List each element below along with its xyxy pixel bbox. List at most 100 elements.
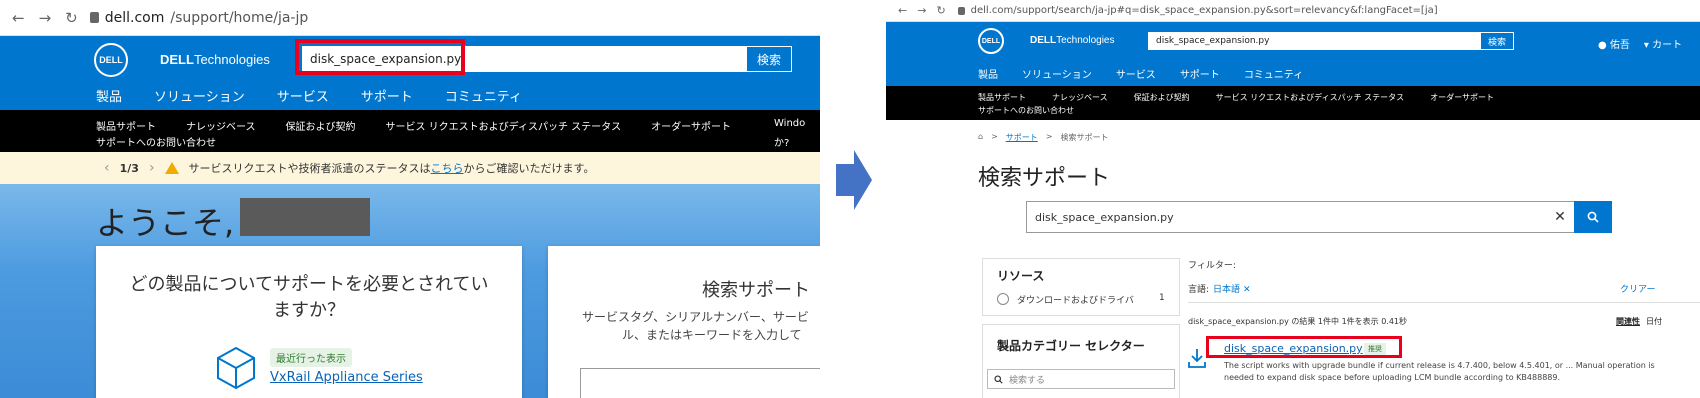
search-icon[interactable] <box>1574 201 1612 233</box>
lang-filter-chip[interactable]: 日本語 ✕ <box>1213 282 1250 295</box>
address-bar[interactable]: dell.com/support/search/ja-jp#q=disk_spa… <box>957 2 1690 20</box>
header-account: ● 佑吾 ▾ カート <box>1598 36 1682 51</box>
subnav-contact[interactable]: サポートへのお問い合わせ <box>96 134 216 149</box>
url-host: dell.com <box>104 9 165 26</box>
dell-technologies-brand: DELLTechnologies <box>1030 35 1115 46</box>
main-nav: 製品 ソリューション サービス サポート コミュニティ <box>96 86 522 105</box>
clear-filters-link[interactable]: クリアー <box>1620 282 1655 295</box>
prev-icon[interactable]: ‹ <box>104 160 110 176</box>
subnav-warranty[interactable]: 保証および契約 <box>1134 92 1190 103</box>
dell-logo[interactable]: DELL <box>978 28 1004 54</box>
nav-solutions[interactable]: ソリューション <box>154 86 245 105</box>
forward-icon[interactable]: → <box>39 9 52 27</box>
resources-title: リソース <box>997 269 1045 283</box>
lock-icon <box>89 12 99 23</box>
recent-product-link[interactable]: VxRail Appliance Series <box>270 370 423 385</box>
notice-banner: ‹ 1/3 › サービスリクエストや技術者派遣のステータスはこちらからご確認いた… <box>0 152 820 184</box>
dell-technologies-brand: DELLTechnologies <box>160 52 270 67</box>
forward-icon[interactable]: → <box>917 4 926 17</box>
transition-arrow-icon <box>836 150 872 210</box>
divider <box>1188 302 1700 303</box>
breadcrumb-support[interactable]: サポート <box>1006 132 1038 143</box>
nav-community[interactable]: コミュニティ <box>1244 66 1303 81</box>
search-card-desc: サービスタグ、シリアルナンバー、サービ ル、またはキーワードを入力して <box>582 310 809 342</box>
sort-options: 関連性 日付 <box>1616 316 1662 327</box>
breadcrumb-current: 検索サポート <box>1060 133 1109 142</box>
notice-pager: 1/3 <box>119 161 139 175</box>
dell-logo[interactable]: DELL <box>94 43 128 77</box>
search-input[interactable]: disk_space_expansion.py <box>1148 36 1480 46</box>
search-card-input[interactable] <box>580 368 820 398</box>
resource-count: 1 <box>1159 293 1165 303</box>
nav-support[interactable]: サポート <box>1180 66 1220 81</box>
cube-icon <box>217 346 255 390</box>
recent-badge: 最近行った表示 <box>270 348 352 367</box>
resource-radio[interactable] <box>997 293 1009 305</box>
resources-facet: リソース ダウンロードおよびドライバ 1 <box>982 258 1180 316</box>
cart-link[interactable]: ▾ カート <box>1644 36 1682 51</box>
nav-solutions[interactable]: ソリューション <box>1022 66 1092 81</box>
remove-filter-icon[interactable]: ✕ <box>1243 285 1251 295</box>
next-icon[interactable]: › <box>149 160 155 176</box>
subnav-order-support[interactable]: オーダーサポート <box>1430 92 1494 103</box>
welcome-heading: ようこそ, <box>96 204 235 242</box>
category-search[interactable]: 検索する <box>987 369 1175 389</box>
left-screenshot: ← → ↻ dell.com/support/home/ja-jp DELL D… <box>0 0 820 398</box>
search-button[interactable]: 検索 <box>746 46 792 72</box>
highlight-box <box>295 39 465 75</box>
reload-icon[interactable]: ↻ <box>65 9 78 27</box>
nav-products[interactable]: 製品 <box>96 86 122 105</box>
dell-header: DELL DELLTechnologies disk_space_expansi… <box>0 36 820 110</box>
search-icon <box>994 374 1003 384</box>
browser-toolbar: ← → ↻ dell.com/support/search/ja-jp#q=di… <box>886 0 1700 22</box>
highlight-box <box>1206 336 1402 358</box>
sort-date[interactable]: 日付 <box>1646 316 1662 327</box>
support-subnav: 製品サポート ナレッジベース 保証および契約 サービス リクエストおよびディスパ… <box>886 86 1700 120</box>
windows-promo[interactable]: Windo <box>774 118 805 129</box>
redacted-name <box>240 198 370 236</box>
subnav-order-support[interactable]: オーダーサポート <box>651 118 731 133</box>
url-text: dell.com/support/search/ja-jp#q=disk_spa… <box>970 5 1438 16</box>
subnav-knowledge-base[interactable]: ナレッジベース <box>186 118 256 133</box>
nav-services[interactable]: サービス <box>1116 66 1156 81</box>
support-subnav: 製品サポート ナレッジベース 保証および契約 サービス リクエストおよびディスパ… <box>0 110 820 152</box>
resource-option[interactable]: ダウンロードおよびドライバ <box>1017 293 1134 306</box>
user-icon: ● <box>1598 40 1607 51</box>
nav-community[interactable]: コミュニティ <box>445 86 522 105</box>
back-icon[interactable]: ← <box>898 4 907 17</box>
product-support-card: どの製品についてサポートを必要とされてい ますか？ 最近行った表示 VxRail… <box>96 246 522 398</box>
user-link[interactable]: ● 佑吾 <box>1598 36 1630 51</box>
search-card-title: 検索サポート <box>702 280 810 301</box>
reload-icon[interactable]: ↻ <box>936 4 945 17</box>
search-button[interactable]: 検索 <box>1480 32 1514 50</box>
warning-icon <box>164 162 179 174</box>
filters-label: フィルター: <box>1188 261 1236 271</box>
category-facet: 製品カテゴリー セレクター 検索する <box>982 324 1180 398</box>
home-icon[interactable]: ⌂ <box>978 132 983 143</box>
back-icon[interactable]: ← <box>12 9 25 27</box>
subnav-warranty[interactable]: 保証および契約 <box>286 118 356 133</box>
address-bar[interactable]: dell.com/support/home/ja-jp <box>89 5 810 31</box>
header-search: disk_space_expansion.py 検索 <box>1148 32 1514 50</box>
download-icon <box>1188 349 1206 368</box>
subnav-contact[interactable]: サポートへのお問い合わせ <box>978 105 1074 116</box>
nav-services[interactable]: サービス <box>277 86 329 105</box>
main-search-input[interactable]: disk_space_expansion.py <box>1027 211 1546 224</box>
clear-search-icon[interactable]: ✕ <box>1546 209 1574 225</box>
subnav-service-requests[interactable]: サービス リクエストおよびディスパッチ ステータス <box>386 118 622 133</box>
right-screenshot: ← → ↻ dell.com/support/search/ja-jp#q=di… <box>886 0 1700 398</box>
page-title: 検索サポート <box>978 166 1111 191</box>
search-support-card: 検索サポート サービスタグ、シリアルナンバー、サービ ル、またはキーワードを入力… <box>548 246 820 398</box>
url-path: /support/home/ja-jp <box>170 9 309 26</box>
nav-support[interactable]: サポート <box>361 86 413 105</box>
category-search-placeholder: 検索する <box>1009 375 1046 386</box>
notice-link[interactable]: こちら <box>431 162 464 175</box>
subnav-product-support[interactable]: 製品サポート <box>978 92 1026 103</box>
subnav-knowledge-base[interactable]: ナレッジベース <box>1052 92 1108 103</box>
browser-toolbar: ← → ↻ dell.com/support/home/ja-jp <box>0 0 820 36</box>
nav-products[interactable]: 製品 <box>978 66 998 81</box>
card-title: どの製品についてサポートを必要とされてい ますか？ <box>129 274 489 321</box>
subnav-service-requests[interactable]: サービス リクエストおよびディスパッチ ステータス <box>1216 92 1405 103</box>
subnav-product-support[interactable]: 製品サポート <box>96 118 156 133</box>
sort-relevance[interactable]: 関連性 <box>1616 316 1640 327</box>
